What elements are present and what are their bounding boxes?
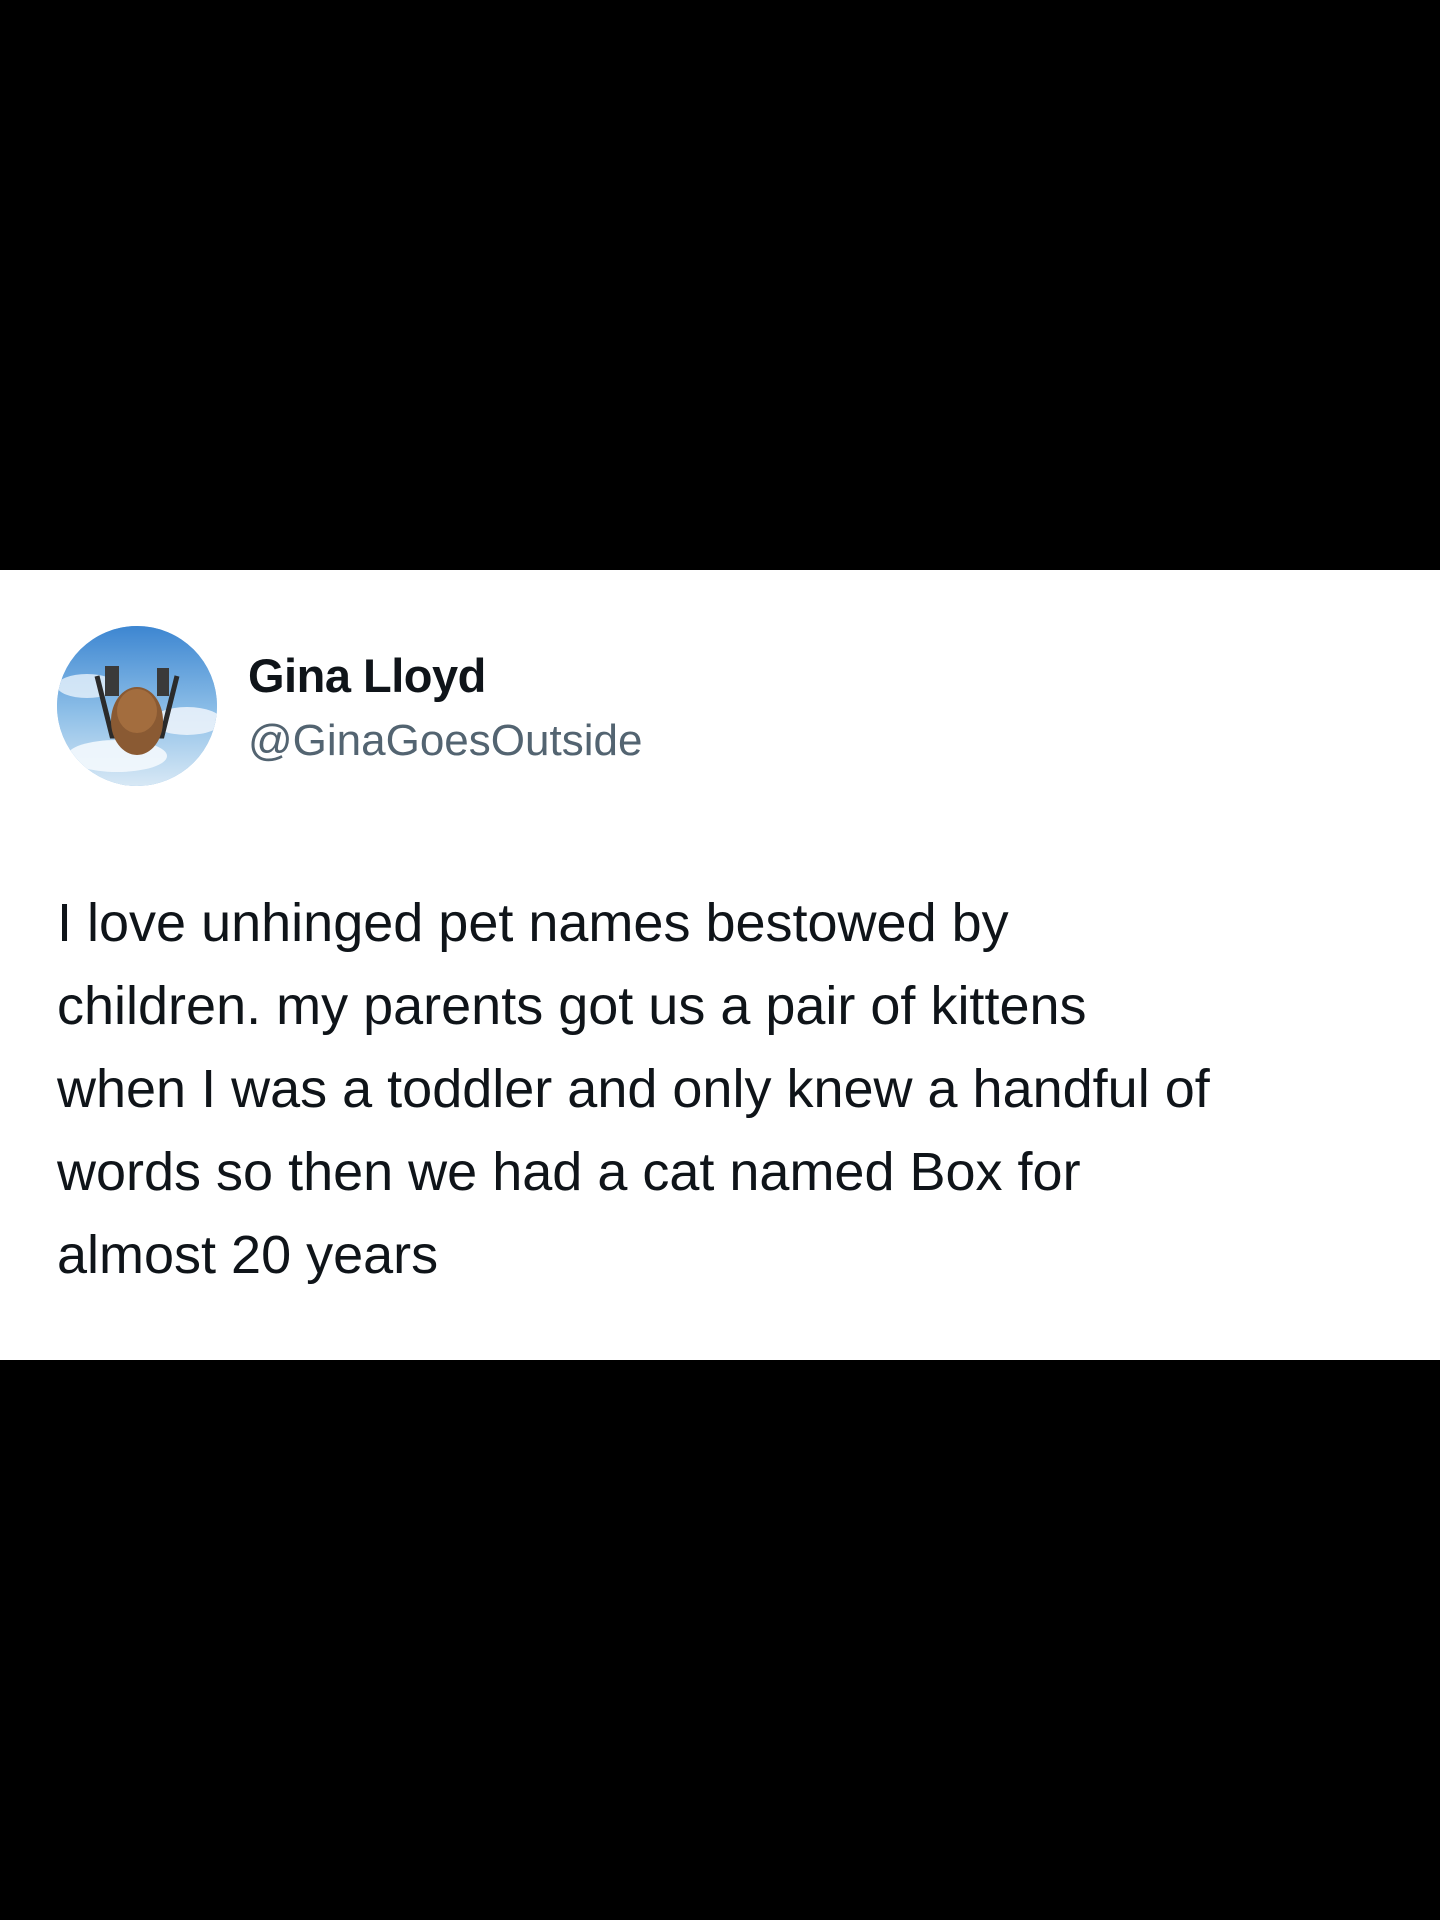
- user-name[interactable]: Gina Lloyd: [248, 648, 486, 703]
- profile-photo-avatar-icon: [57, 626, 217, 786]
- avatar[interactable]: [57, 626, 217, 786]
- tweet-text: I love unhinged pet names bestowed by ch…: [57, 893, 1210, 1285]
- letterbox-bottom: [0, 1360, 1440, 1920]
- tweet-card: Gina Lloyd @GinaGoesOutside I love unhin…: [0, 570, 1440, 1360]
- user-handle[interactable]: @GinaGoesOutside: [248, 716, 642, 766]
- letterbox-top: [0, 0, 1440, 570]
